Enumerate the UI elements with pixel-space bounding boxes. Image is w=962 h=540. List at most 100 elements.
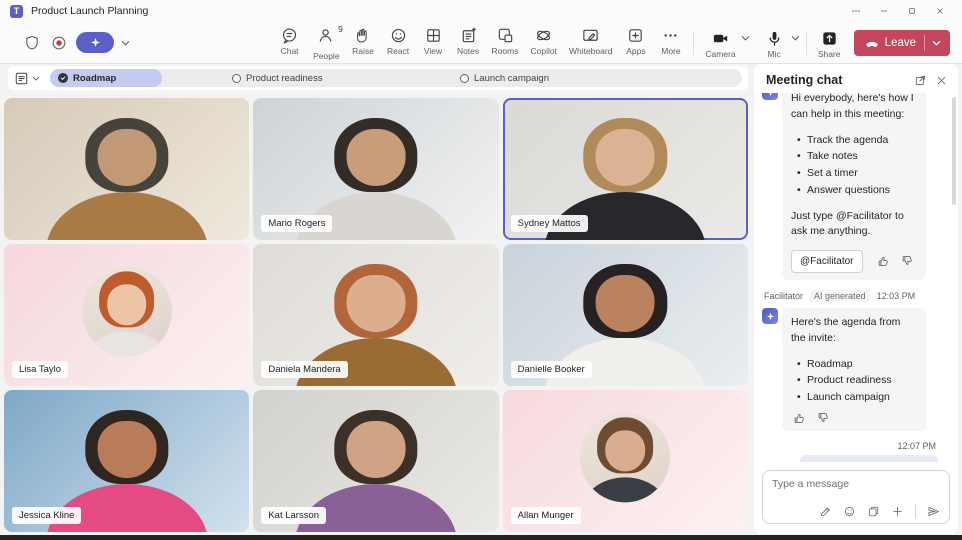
agenda-item-label: Launch campaign [474, 73, 549, 84]
message-bubble: Here's the agenda from the invite: Roadm… [782, 308, 926, 431]
video-tile[interactable]: Allan Munger [503, 390, 748, 532]
apps-button[interactable]: Apps [619, 24, 652, 56]
more-button[interactable]: More [654, 24, 687, 56]
video-tile[interactable]: Daniela Mandera [253, 244, 498, 386]
chat-message-bot-intro: Hi everybody, here's how I can help in t… [762, 93, 950, 280]
thumbs-up-icon[interactable] [877, 255, 889, 267]
copilot-pill-button[interactable] [76, 32, 114, 53]
mic-chevron-icon[interactable] [791, 34, 800, 42]
people-button[interactable]: 9 People [308, 24, 344, 61]
video-tile[interactable]: Mario Rogers [253, 98, 498, 240]
leave-label: Leave [885, 37, 916, 49]
video-grid: Mario Rogers Sydney Mattos Lisa Taylo Da… [4, 98, 748, 532]
view-label: View [424, 46, 442, 56]
chat-scrollbar[interactable] [952, 97, 956, 205]
react-label: React [387, 46, 409, 56]
leave-chevron-icon[interactable] [925, 39, 948, 47]
toolbar-left-cluster [22, 32, 130, 53]
thumbs-down-icon[interactable] [901, 255, 913, 267]
close-window-button[interactable] [928, 2, 952, 20]
chat-header: Meeting chat [754, 64, 958, 93]
meeting-chat-panel: Meeting chat Hi everybody, here's how I … [754, 64, 958, 534]
video-tile[interactable]: Sydney Mattos [503, 98, 748, 240]
participant-nameplate: Daniela Mandera [261, 361, 347, 378]
teams-logo-icon: T [10, 5, 23, 18]
facilitator-avatar-icon [762, 93, 778, 100]
list-item: Set a timer [797, 166, 917, 182]
format-icon[interactable] [819, 505, 832, 518]
agenda-item-label: Roadmap [73, 73, 116, 84]
compose-box [762, 470, 950, 524]
sent-message-bubble: Facilitator add Success Metrics to the a… [800, 455, 938, 462]
rooms-button[interactable]: Rooms [487, 24, 524, 56]
compose-toolbar [772, 504, 940, 518]
video-tile[interactable]: Danielle Booker [503, 244, 748, 386]
emoji-icon[interactable] [843, 505, 856, 518]
copilot-button[interactable]: Copilot [525, 24, 561, 56]
more-label: More [661, 46, 680, 56]
agenda-track: Roadmap Product readiness Launch campaig… [50, 69, 742, 87]
maximize-button[interactable] [900, 2, 924, 20]
react-button[interactable]: React [382, 24, 415, 56]
list-item: Take notes [797, 149, 917, 165]
video-tile[interactable]: Kat Larsson [253, 390, 498, 532]
radio-circle-icon [460, 74, 469, 83]
agenda-list: Roadmap Product readiness Launch campaig… [797, 357, 917, 406]
check-circle-icon [58, 73, 68, 83]
video-tile[interactable]: Lisa Taylo [4, 244, 249, 386]
view-button[interactable]: View [417, 24, 450, 56]
chevron-down-icon [32, 75, 40, 82]
people-count-badge: 9 [338, 24, 343, 34]
message-input[interactable] [772, 478, 940, 490]
title-bar: T Product Launch Planning [0, 0, 962, 22]
agenda-bar: Roadmap Product readiness Launch campaig… [8, 66, 748, 90]
attach-plus-icon[interactable] [891, 505, 904, 518]
video-tile[interactable] [4, 98, 249, 240]
window-title: Product Launch Planning [31, 5, 148, 17]
message-time: 12:07 PM [762, 441, 936, 451]
chevron-down-icon[interactable] [121, 39, 130, 47]
chat-button[interactable]: Chat [273, 24, 306, 56]
list-item: Answer questions [797, 183, 917, 199]
teams-meeting-window: T Product Launch Planning [0, 0, 962, 540]
thumbs-up-icon[interactable] [793, 412, 805, 424]
toolbar-divider [693, 31, 694, 55]
list-item: Roadmap [797, 357, 917, 373]
apps-label: Apps [626, 46, 645, 56]
facilitator-mention-button[interactable]: @Facilitator [791, 250, 863, 273]
list-item: Product readiness [797, 373, 917, 389]
window-more-button[interactable] [844, 2, 868, 20]
chat-title: Meeting chat [766, 73, 842, 87]
camera-button[interactable]: Camera [700, 27, 740, 59]
agenda-menu-button[interactable] [14, 71, 40, 86]
facilitator-avatar-icon [762, 308, 778, 324]
message-bubble: Hi everybody, here's how I can help in t… [782, 93, 926, 280]
radio-circle-icon [232, 74, 241, 83]
raise-hand-button[interactable]: Raise [347, 24, 380, 56]
minimize-button[interactable] [872, 2, 896, 20]
chat-message-agenda: Here's the agenda from the invite: Roadm… [762, 308, 950, 431]
video-tile[interactable]: Jessica Kline [4, 390, 249, 532]
thumbs-down-icon[interactable] [817, 412, 829, 424]
notes-button[interactable]: Notes [452, 24, 485, 56]
close-chat-icon[interactable] [935, 74, 948, 87]
agenda-item-roadmap[interactable]: Roadmap [50, 69, 162, 87]
agenda-item-product-readiness[interactable]: Product readiness [232, 73, 323, 84]
record-icon[interactable] [49, 33, 69, 53]
rooms-label: Rooms [492, 46, 519, 56]
whiteboard-button[interactable]: Whiteboard [564, 24, 617, 56]
send-icon[interactable] [927, 505, 940, 518]
copilot-label: Copilot [530, 46, 556, 56]
loop-component-icon[interactable] [867, 505, 880, 518]
agenda-item-launch-campaign[interactable]: Launch campaign [460, 73, 549, 84]
message-meta: Facilitator AI generated 12:03 PM [764, 290, 948, 302]
camera-chevron-icon[interactable] [741, 34, 750, 42]
participant-nameplate: Kat Larsson [261, 507, 326, 524]
popout-icon[interactable] [914, 74, 927, 87]
shield-icon[interactable] [22, 33, 42, 53]
share-button[interactable]: Share [813, 27, 846, 59]
notes-label: Notes [457, 46, 479, 56]
participant-figure [4, 98, 249, 240]
leave-button[interactable]: Leave [854, 30, 950, 56]
mic-button[interactable]: Mic [758, 27, 791, 59]
